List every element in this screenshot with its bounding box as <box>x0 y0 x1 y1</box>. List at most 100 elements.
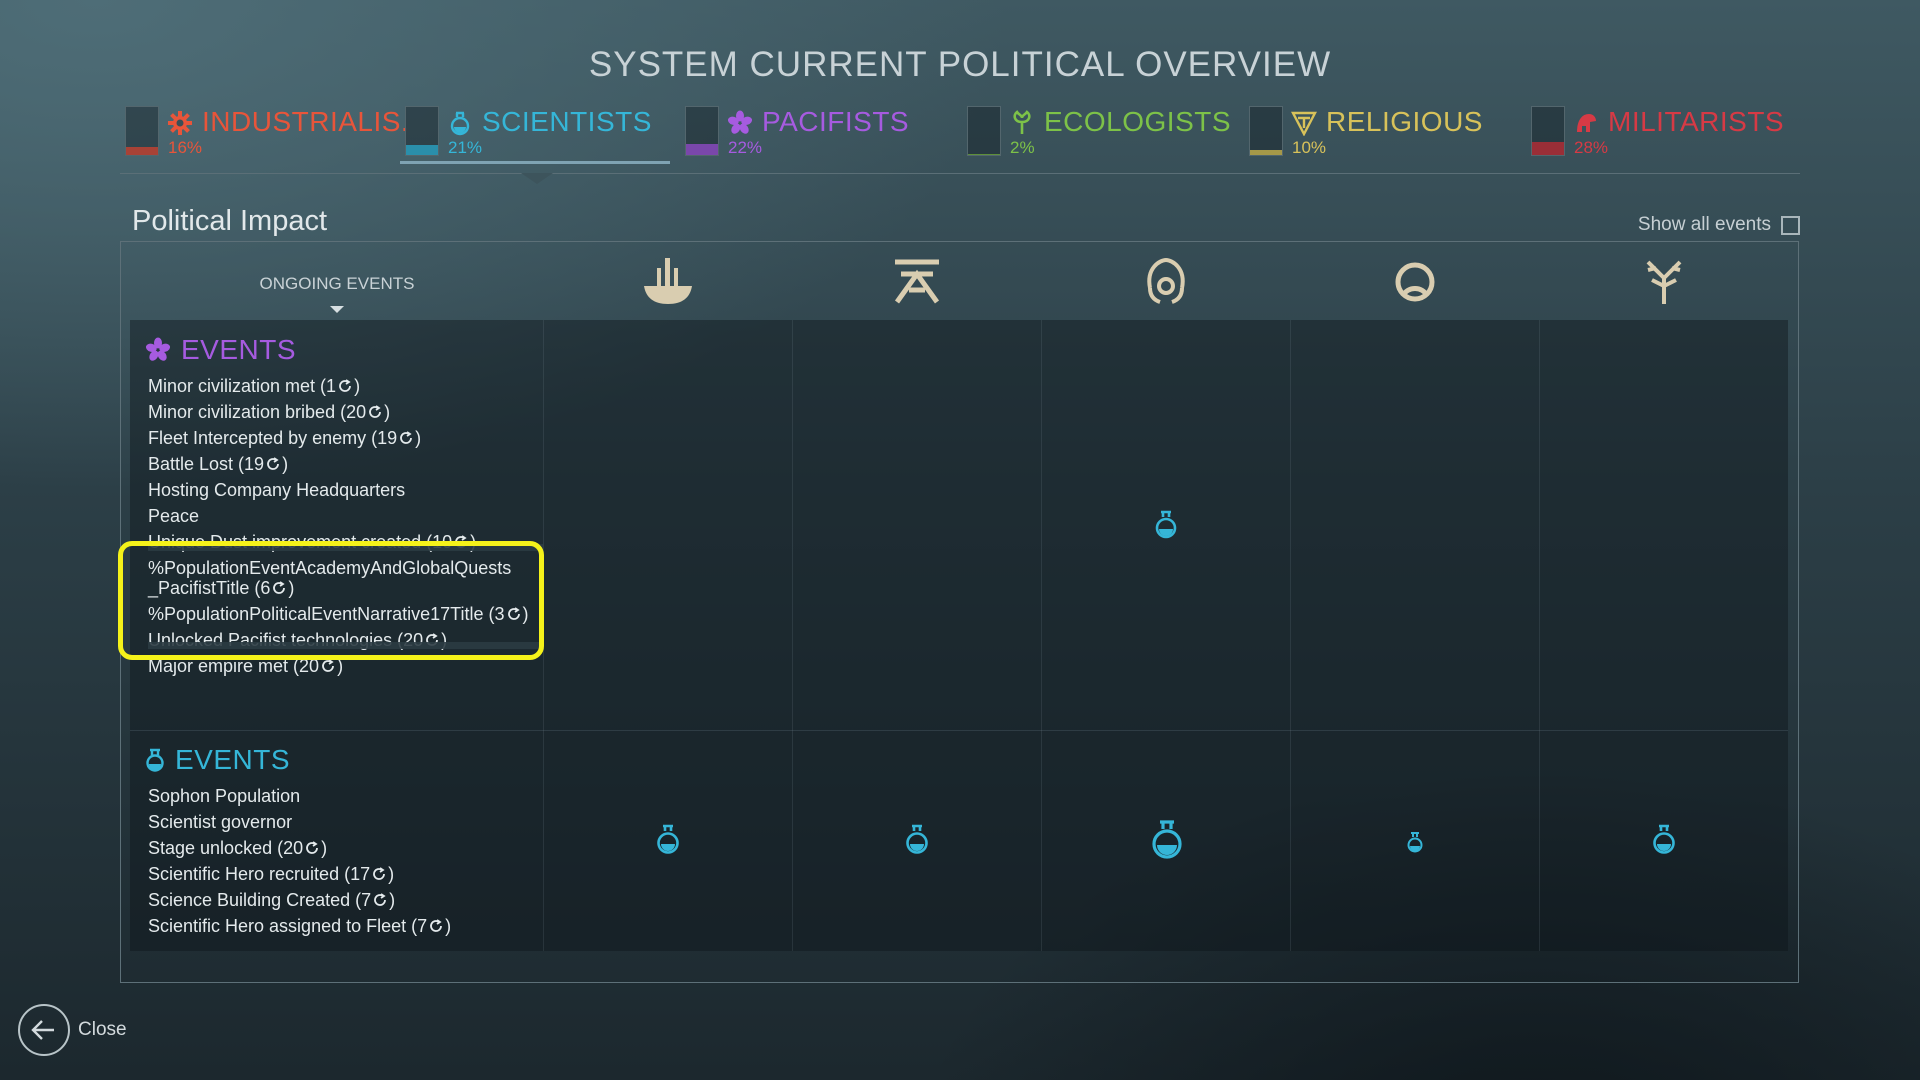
list-item[interactable]: Fleet Intercepted by enemy (19) <box>148 425 543 451</box>
column-divider <box>1041 320 1042 951</box>
faction-share-bar <box>967 106 1001 156</box>
group-label: EVENTS <box>175 744 291 775</box>
turn-icon <box>374 893 387 906</box>
flask-icon <box>1152 820 1182 859</box>
list-item[interactable]: Minor civilization met (1) <box>148 373 543 399</box>
list-item[interactable]: Peace <box>148 503 543 529</box>
tab-percent: 10% <box>1292 138 1327 157</box>
list-item[interactable]: Scientific Hero recruited (17) <box>148 861 543 887</box>
tab-name: PACIFISTS <box>762 106 910 137</box>
flask-icon <box>146 748 164 772</box>
turn-icon <box>339 379 351 392</box>
turn-icon <box>373 867 385 880</box>
event-text: Science Building Created (7 <box>148 890 372 910</box>
scientist-events-header: EVENTS <box>145 744 290 776</box>
tab-industrialists[interactable]: INDUSTRIALIS. 16% <box>120 100 409 172</box>
leaf-icon <box>1013 110 1031 134</box>
turn-icon <box>369 405 381 418</box>
tab-pacifists[interactable]: PACIFISTS 22% <box>680 100 950 172</box>
show-all-events-toggle[interactable]: Show all events <box>1638 214 1800 236</box>
back-arrow-icon <box>31 1020 54 1040</box>
list-item[interactable]: Scientist governor <box>148 809 543 835</box>
flask-icon <box>657 824 679 854</box>
tab-name: ECOLOGISTS <box>1044 106 1232 137</box>
show-all-events-label: Show all events <box>1637 214 1771 235</box>
row-divider <box>130 730 1788 731</box>
sort-arrow-icon <box>330 306 344 313</box>
ongoing-events-sort[interactable]: ONGOING EVENTS <box>140 274 534 313</box>
scientist-events-list: Sophon Population Scientist governor Sta… <box>148 783 543 939</box>
list-item[interactable]: Sophon Population <box>148 783 543 809</box>
tab-scientists[interactable]: SCIENTISTS 21% <box>400 100 670 172</box>
column-divider <box>1290 320 1291 951</box>
selected-tab-pointer <box>521 173 553 184</box>
event-text: Peace <box>148 506 200 526</box>
show-all-events-checkbox[interactable] <box>1781 215 1800 235</box>
influence-column-icon[interactable] <box>1634 252 1694 312</box>
fleet-column-icon[interactable] <box>638 252 698 312</box>
list-item[interactable]: Scientific Hero assigned to Fleet (7) <box>148 913 543 939</box>
flask-icon <box>1407 832 1423 853</box>
tab-militarists[interactable]: MILITARISTS 28% <box>1526 100 1796 172</box>
column-divider <box>1539 320 1540 951</box>
turn-icon <box>430 919 443 932</box>
turn-icon <box>306 841 319 854</box>
tab-religious[interactable]: RELIGIOUS 10% <box>1244 100 1514 172</box>
event-text: Scientific Hero recruited (17 <box>148 864 371 884</box>
event-text: Scientist governor <box>148 812 293 832</box>
list-item[interactable]: Science Building Created (7) <box>148 887 543 913</box>
flask-icon <box>1155 510 1177 539</box>
faction-share-bar <box>125 106 159 156</box>
tab-percent: 21% <box>448 138 483 157</box>
flask-icon <box>1653 824 1675 854</box>
page-title: SYSTEM CURRENT POLITICAL OVERVIEW <box>588 45 1332 85</box>
event-text: Minor civilization bribed (20 <box>148 402 367 422</box>
highlight-box <box>118 541 544 660</box>
faction-tabs: INDUSTRIALIS. 16% SCIENTISTS 21% PACIFIS… <box>120 100 1800 184</box>
flask-icon <box>450 111 470 136</box>
turn-icon <box>267 457 279 470</box>
political-impact-title: Political Impact <box>132 205 328 237</box>
selected-tab-indicator <box>400 161 670 164</box>
gear-icon <box>168 111 192 135</box>
flower-icon <box>145 337 171 361</box>
tab-percent: 22% <box>728 138 763 157</box>
close-label[interactable]: Close <box>78 1019 127 1041</box>
tab-name: SCIENTISTS <box>482 106 652 137</box>
event-text: Battle Lost (19 <box>148 454 265 474</box>
tab-name: RELIGIOUS <box>1326 106 1483 137</box>
list-item[interactable]: Hosting Company Headquarters <box>148 477 543 503</box>
approval-column-icon[interactable] <box>1385 252 1445 312</box>
column-divider <box>792 320 793 951</box>
turn-icon <box>322 659 334 672</box>
tab-name: MILITARISTS <box>1608 106 1785 137</box>
industry-column-icon[interactable] <box>887 252 947 312</box>
tab-percent: 2% <box>1010 138 1035 157</box>
pacifist-events-header: EVENTS <box>145 334 296 366</box>
tab-ecologists[interactable]: ECOLOGISTS 2% <box>962 100 1232 172</box>
faction-share-bar <box>1531 106 1565 156</box>
list-item[interactable]: Minor civilization bribed (20) <box>148 399 543 425</box>
flask-icon <box>906 824 928 854</box>
event-text: Fleet Intercepted by enemy (19 <box>148 428 398 448</box>
flower-icon <box>727 110 753 134</box>
ongoing-events-label: ONGOING EVENTS <box>259 274 415 293</box>
tab-name: INDUSTRIALIS. <box>202 106 410 137</box>
close-button[interactable] <box>18 1004 70 1056</box>
group-label: EVENTS <box>181 334 297 365</box>
faction-share-bar <box>1249 106 1283 156</box>
tab-percent: 28% <box>1574 138 1609 157</box>
list-item[interactable]: Stage unlocked (20) <box>148 835 543 861</box>
event-text: Stage unlocked (20 <box>148 838 304 858</box>
list-item[interactable]: Battle Lost (19) <box>148 451 543 477</box>
event-text: Scientific Hero assigned to Fleet (7 <box>148 916 428 936</box>
helmet-icon <box>1577 114 1596 132</box>
tab-percent: 16% <box>168 138 203 157</box>
tabs-divider <box>120 173 1800 174</box>
event-text: Hosting Company Headquarters <box>148 480 406 500</box>
triangle-icon <box>1291 111 1317 136</box>
event-text: Sophon Population <box>148 786 301 806</box>
population-column-icon[interactable] <box>1136 252 1196 312</box>
event-text: Minor civilization met (1 <box>148 376 337 396</box>
faction-share-bar <box>685 106 719 156</box>
